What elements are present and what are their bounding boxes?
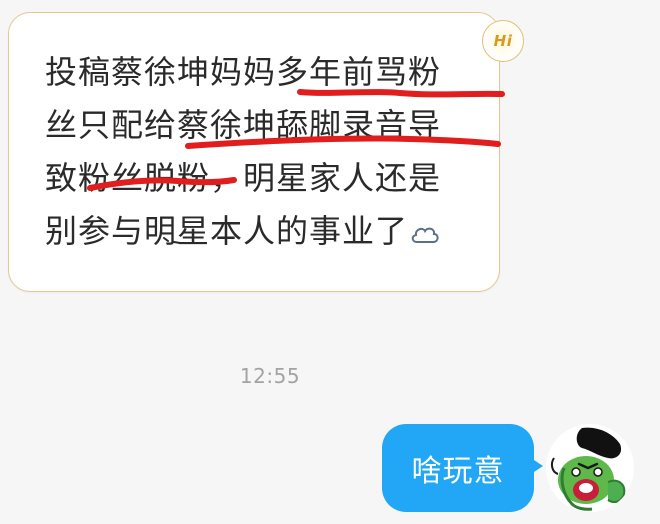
cloud-icon xyxy=(410,208,440,261)
message-line-4-text: 别参与明星本人的事业了 xyxy=(45,212,409,250)
cartoon-avatar-icon xyxy=(546,424,634,512)
message-timestamp: 12:55 xyxy=(239,364,301,388)
message-line-4: 别参与明星本人的事业了 xyxy=(45,205,493,258)
message-line-3: 致粉丝脱粉，明星家人还是 xyxy=(45,159,442,197)
outgoing-message-bubble[interactable]: 啥玩意 xyxy=(382,424,543,512)
message-line-1: 投稿蔡徐坤妈妈多年前骂粉 xyxy=(45,53,442,91)
hi-sticker-badge: Hi xyxy=(482,20,524,62)
chat-view: 投稿蔡徐坤妈妈多年前骂粉 丝只配给蔡徐坤舔脚录音导 致粉丝脱粉，明星家人还是 别… xyxy=(0,0,660,524)
incoming-message-text: 投稿蔡徐坤妈妈多年前骂粉 丝只配给蔡徐坤舔脚录音导 致粉丝脱粉，明星家人还是 别… xyxy=(45,46,493,258)
user-avatar[interactable] xyxy=(546,424,634,512)
message-line-2: 丝只配给蔡徐坤舔脚录音导 xyxy=(45,106,442,144)
incoming-message-bubble[interactable]: 投稿蔡徐坤妈妈多年前骂粉 丝只配给蔡徐坤舔脚录音导 致粉丝脱粉，明星家人还是 别… xyxy=(8,12,500,292)
outgoing-message-text: 啥玩意 xyxy=(411,454,505,489)
